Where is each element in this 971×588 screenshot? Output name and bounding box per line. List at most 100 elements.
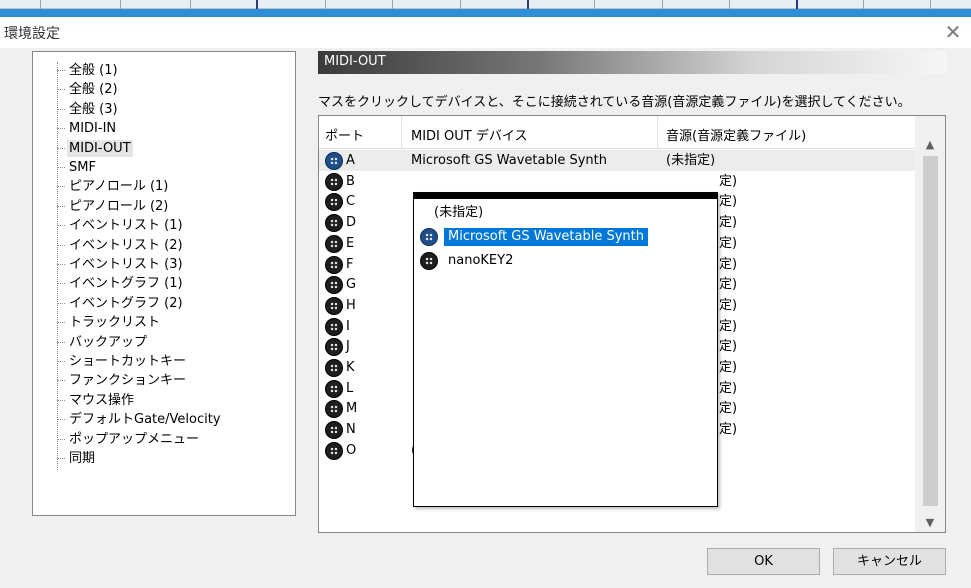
dropdown-top-border (414, 193, 717, 199)
grid-line (796, 0, 798, 9)
source-cell[interactable]: 定) (719, 421, 737, 438)
source-cell[interactable]: 定) (719, 400, 737, 417)
settings-dialog: 環境設定 ✕ 全般 (1) 全般 (2) 全般 (3) MIDI-IN MIDI-OUT… (0, 17, 971, 588)
port-label: B (346, 173, 355, 189)
source-cell[interactable]: 定) (719, 359, 737, 376)
tree-branch (57, 399, 65, 401)
background-app-strip (0, 0, 971, 17)
source-cell[interactable]: 定) (719, 256, 737, 273)
midi-port-icon (325, 276, 343, 295)
midi-port-icon (325, 193, 343, 212)
port-label: G (346, 277, 357, 293)
tree-item[interactable]: 全般 (3) (33, 101, 295, 118)
midi-port-icon (325, 359, 343, 377)
panel-title: MIDI-OUT (324, 54, 386, 69)
tree-item[interactable]: イベントグラフ (1) (33, 275, 295, 292)
cancel-button[interactable]: キャンセル (833, 548, 946, 575)
tree-item[interactable]: イベントグラフ (2) (33, 295, 295, 312)
dropdown-option[interactable]: (未指定) (420, 203, 710, 223)
tree-branch (57, 186, 65, 188)
tree-item[interactable]: トラックリスト (33, 314, 295, 331)
port-row[interactable]: A Microsoft GS Wavetable Synth (未指定) (319, 150, 915, 171)
tree-item[interactable]: 全般 (1) (33, 62, 295, 79)
tree-branch (57, 380, 65, 382)
tree-item[interactable]: ショートカットキー (33, 353, 295, 370)
midi-port-icon (325, 152, 343, 170)
dropdown-option[interactable]: Microsoft GS Wavetable Synth (420, 227, 710, 247)
tree-branch (57, 419, 65, 421)
tree-branch (57, 361, 65, 362)
vertical-scrollbar[interactable]: ▲ ▼ (915, 116, 945, 532)
category-tree[interactable]: 全般 (1) 全般 (2) 全般 (3) MIDI-IN MIDI-OUT SMF ピアノロ… (32, 51, 296, 516)
scroll-up-icon[interactable]: ▲ (915, 136, 945, 154)
port-label: J (346, 339, 350, 355)
tree-item-label: 全般 (2) (69, 82, 118, 98)
port-label: D (346, 215, 357, 231)
close-icon: ✕ (944, 20, 962, 44)
tree-item[interactable]: ポップアップメニュー (33, 431, 295, 448)
source-cell[interactable]: 定) (719, 297, 737, 314)
tree-item[interactable]: イベントリスト (1) (33, 217, 295, 234)
tree-item[interactable]: イベントリスト (2) (33, 237, 295, 254)
tree-item[interactable]: ピアノロール (1) (33, 178, 295, 195)
tree-branch (57, 322, 65, 324)
column-header-source[interactable]: 音源(音源定義ファイル) (666, 125, 806, 144)
tree-branch (57, 128, 65, 130)
tree-branch (57, 167, 65, 168)
source-cell[interactable]: 定) (719, 276, 737, 293)
dropdown-option-label: nanoKEY2 (448, 253, 514, 268)
dropdown-option-label: (未指定) (434, 205, 484, 220)
grid-line (527, 0, 529, 9)
source-cell[interactable]: 定) (719, 193, 737, 210)
tree-item[interactable]: デフォルトGate/Velocity (33, 411, 295, 428)
tree-item-label: SMF (69, 160, 96, 175)
scroll-down-icon[interactable]: ▼ (915, 514, 945, 532)
grid-line (40, 0, 41, 9)
grid-line (392, 0, 393, 9)
midi-port-icon (325, 214, 343, 233)
tree-item[interactable]: ピアノロール (2) (33, 198, 295, 215)
source-cell[interactable]: 定) (719, 318, 737, 335)
grid-header: ポート MIDI OUT デバイス 音源(音源定義ファイル) (319, 116, 915, 149)
midi-port-icon (325, 338, 343, 357)
device-cell[interactable]: Microsoft GS Wavetable Synth (411, 152, 607, 169)
tree-item[interactable]: 全般 (2) (33, 81, 295, 98)
instruction-text: マスをクリックしてデバイスと、そこに接続されている音源(音源定義ファイル)を選択… (318, 95, 911, 110)
tree-branch (57, 283, 65, 285)
grid-line (863, 0, 864, 9)
port-label: N (346, 422, 356, 438)
source-cell[interactable]: 定) (719, 214, 737, 231)
source-cell[interactable]: 定) (719, 338, 737, 355)
column-separator[interactable] (657, 116, 658, 149)
port-row[interactable]: B 定) (319, 171, 915, 192)
source-cell[interactable]: 定) (719, 173, 737, 190)
port-label: M (346, 401, 358, 417)
port-label: K (346, 360, 355, 375)
tree-branch (57, 341, 65, 343)
column-header-device[interactable]: MIDI OUT デバイス (411, 125, 527, 144)
tree-item[interactable]: MIDI-IN (33, 120, 295, 137)
tree-item[interactable]: バックアップ (33, 334, 295, 351)
tree-branch (57, 458, 65, 459)
tree-item[interactable]: イベントリスト (3) (33, 256, 295, 273)
port-label: F (346, 256, 354, 272)
source-cell[interactable]: (未指定) (666, 152, 715, 169)
midi-port-icon (325, 296, 343, 315)
close-button[interactable]: ✕ (941, 21, 965, 43)
tree-item[interactable]: 同期 (33, 450, 295, 467)
scrollbar-thumb[interactable] (923, 156, 938, 506)
ok-button[interactable]: OK (707, 548, 820, 575)
device-dropdown-list[interactable]: (未指定) Microsoft GS Wavetable Synth nanoKEY… (413, 192, 718, 507)
tree-item-label: ファンクションキー (69, 373, 187, 389)
midi-port-icon (325, 400, 343, 419)
tree-item[interactable]: SMF (33, 159, 295, 176)
tree-branch (57, 70, 65, 71)
column-separator[interactable] (401, 116, 402, 149)
source-cell[interactable]: 定) (719, 380, 737, 397)
tree-item[interactable]: ファンクションキー (33, 372, 295, 389)
tree-item[interactable]: マウス操作 (33, 392, 295, 409)
dropdown-option[interactable]: nanoKEY2 (420, 251, 710, 271)
tree-item[interactable]: MIDI-OUT (33, 139, 295, 157)
source-cell[interactable]: 定) (719, 235, 737, 252)
column-header-port[interactable]: ポート (325, 125, 364, 144)
